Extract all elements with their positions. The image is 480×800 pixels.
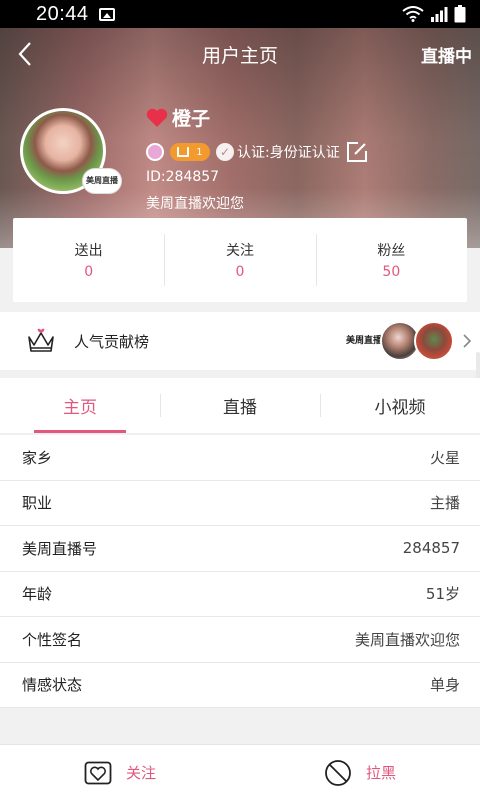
signal-icon	[431, 7, 448, 22]
info-key: 美周直播号	[22, 539, 98, 558]
info-key: 年龄	[22, 585, 53, 604]
stat-label: 送出	[74, 243, 103, 259]
follow-label: 关注	[125, 764, 156, 782]
contribution-ranking[interactable]: 人气贡献榜 美周直播	[0, 312, 480, 370]
avatar[interactable]: 美周直播	[20, 108, 122, 194]
level-badge: 1	[170, 143, 210, 161]
bottom-action-bar: 关注 拉黑	[0, 744, 480, 800]
user-id: ID:284857	[146, 169, 220, 185]
block-icon	[325, 759, 351, 786]
list-item: 年龄 51岁	[0, 572, 480, 617]
user-signature: 美周直播欢迎您	[146, 196, 244, 212]
info-value: 51岁	[425, 585, 460, 604]
page-title: 用户主页	[201, 44, 278, 67]
user-name: 橙子	[172, 108, 211, 130]
list-item: 职业 主播	[0, 481, 480, 526]
gender-badge-icon	[146, 143, 164, 161]
heart-outline-icon	[84, 761, 112, 784]
info-key: 个性签名	[22, 630, 83, 649]
verification: ✓ 认证:身份证认证	[216, 142, 340, 162]
name-row: 橙子	[146, 104, 368, 131]
chevron-left-icon	[18, 42, 31, 66]
avatar-brand-badge: 美周直播	[82, 168, 122, 194]
follow-button[interactable]: 关注	[0, 745, 240, 800]
battery-icon	[454, 5, 466, 23]
heart-icon	[146, 108, 168, 127]
stat-label: 粉丝	[377, 243, 406, 259]
info-key: 情感状态	[22, 676, 83, 695]
brand-logo: 美周直播	[345, 336, 382, 346]
live-status-button[interactable]: 直播中	[421, 42, 472, 67]
list-item: 美周直播号 284857	[0, 526, 480, 572]
status-time: 20:44	[36, 2, 89, 25]
badge-row: 1 ✓ 认证:身份证认证	[146, 141, 368, 163]
verification-text: 认证:身份证认证	[237, 145, 340, 161]
info-key: 职业	[22, 494, 53, 513]
contribution-label: 人气贡献榜	[74, 332, 150, 351]
info-key: 家乡	[22, 448, 53, 467]
info-value: 284857	[402, 539, 460, 558]
edit-icon[interactable]	[346, 141, 368, 163]
status-bar: 20:44	[0, 0, 480, 28]
list-item: 个性签名 美周直播欢迎您	[0, 617, 480, 663]
wifi-icon	[402, 6, 424, 22]
info-list: 家乡 火星 职业 主播 美周直播号 284857 年龄 51岁 个性签名 美周直…	[0, 435, 480, 708]
tab-short-video[interactable]: 小视频	[320, 378, 480, 433]
list-item: 情感状态 单身	[0, 663, 480, 708]
back-button[interactable]	[0, 28, 50, 80]
stat-following[interactable]: 关注 0	[164, 218, 315, 302]
stat-value: 0	[84, 264, 94, 280]
stat-value: 50	[382, 264, 401, 280]
tab-home[interactable]: 主页	[0, 378, 160, 433]
top-fans: 美周直播	[346, 321, 454, 361]
info-value: 火星	[429, 448, 460, 467]
info-value: 美周直播欢迎您	[354, 630, 460, 649]
crown-icon	[28, 328, 54, 352]
stat-value: 0	[235, 264, 245, 280]
info-value: 主播	[429, 494, 460, 513]
top-nav: 用户主页 直播中	[0, 28, 480, 80]
fan-avatar	[414, 321, 454, 361]
block-label: 拉黑	[365, 764, 396, 782]
image-notification-icon	[98, 7, 115, 21]
check-icon: ✓	[216, 143, 234, 161]
profile-tabs: 主页 直播 小视频	[0, 378, 480, 434]
profile-info: 橙子 1 ✓ 认证:身份证认证 ID:284857 美周直播欢迎您	[146, 104, 368, 213]
block-button[interactable]: 拉黑	[240, 745, 480, 800]
stats-card: 送出 0 关注 0 粉丝 50	[13, 218, 467, 302]
list-item: 家乡 火星	[0, 435, 480, 481]
crown-icon	[177, 147, 190, 157]
stat-sent[interactable]: 送出 0	[13, 218, 164, 302]
stat-label: 关注	[225, 243, 254, 259]
info-value: 单身	[429, 676, 460, 695]
stat-fans[interactable]: 粉丝 50	[315, 218, 467, 302]
tab-live[interactable]: 直播	[160, 378, 320, 433]
level-value: 1	[196, 146, 203, 158]
